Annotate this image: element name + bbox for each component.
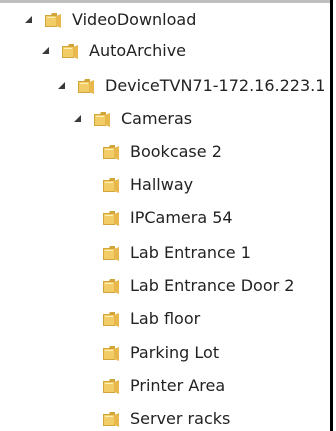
- tree-node-label: Printer Area: [130, 376, 226, 395]
- tree-node-camera[interactable]: Bookcase 2: [90, 141, 222, 163]
- folder-icon: [102, 244, 122, 262]
- tree-node-camera[interactable]: Lab Entrance Door 2: [90, 275, 294, 297]
- folder-icon: [61, 42, 81, 60]
- tree-node-camera[interactable]: Printer Area: [90, 375, 225, 397]
- tree-node-label: VideoDownload: [72, 10, 197, 29]
- tree-node-cameras[interactable]: Cameras: [73, 108, 192, 130]
- folder-icon: [93, 110, 113, 128]
- tree-node-camera[interactable]: Server racks: [90, 408, 230, 430]
- tree-node-videodownload[interactable]: VideoDownload: [24, 9, 196, 31]
- tree-node-label: Cameras: [121, 109, 193, 128]
- tree-node-label: Lab floor: [130, 309, 201, 328]
- folder-icon: [102, 209, 122, 227]
- tree-node-camera[interactable]: IPCamera 54: [90, 207, 233, 229]
- tree-node-label: Lab Entrance 1: [130, 243, 251, 262]
- tree-node-label: DeviceTVN71-172.16.223.1: [105, 76, 326, 95]
- folder-tree-panel: VideoDownload AutoArchive DeviceTVN71-17…: [0, 0, 333, 431]
- collapse-arrow-icon[interactable]: [41, 46, 51, 56]
- folder-icon: [102, 176, 122, 194]
- tree-node-label: AutoArchive: [89, 41, 187, 60]
- folder-icon: [102, 377, 122, 395]
- folder-icon: [102, 410, 122, 428]
- collapse-arrow-icon[interactable]: [57, 81, 67, 91]
- tree-node-label: Lab Entrance Door 2: [130, 276, 295, 295]
- tree-node-camera[interactable]: Lab floor: [90, 308, 200, 330]
- tree-node-label: Parking Lot: [130, 343, 220, 362]
- collapse-arrow-icon[interactable]: [73, 114, 83, 124]
- tree-node-camera[interactable]: Parking Lot: [90, 342, 219, 364]
- tree-node-label: Bookcase 2: [130, 142, 222, 161]
- folder-icon: [102, 310, 122, 328]
- top-border: [0, 0, 330, 3]
- tree-node-label: Hallway: [130, 175, 194, 194]
- folder-icon: [102, 143, 122, 161]
- tree-node-camera[interactable]: Lab Entrance 1: [90, 242, 251, 264]
- folder-icon: [102, 277, 122, 295]
- collapse-arrow-icon[interactable]: [24, 15, 34, 25]
- folder-icon: [102, 344, 122, 362]
- folder-icon: [77, 77, 97, 95]
- tree-node-label: IPCamera 54: [130, 208, 233, 227]
- tree-node-label: Server racks: [130, 409, 231, 428]
- tree-node-autoarchive[interactable]: AutoArchive: [41, 40, 186, 62]
- tree-node-camera[interactable]: Hallway: [90, 174, 193, 196]
- folder-icon: [44, 11, 64, 29]
- tree-node-device[interactable]: DeviceTVN71-172.16.223.1: [57, 75, 325, 97]
